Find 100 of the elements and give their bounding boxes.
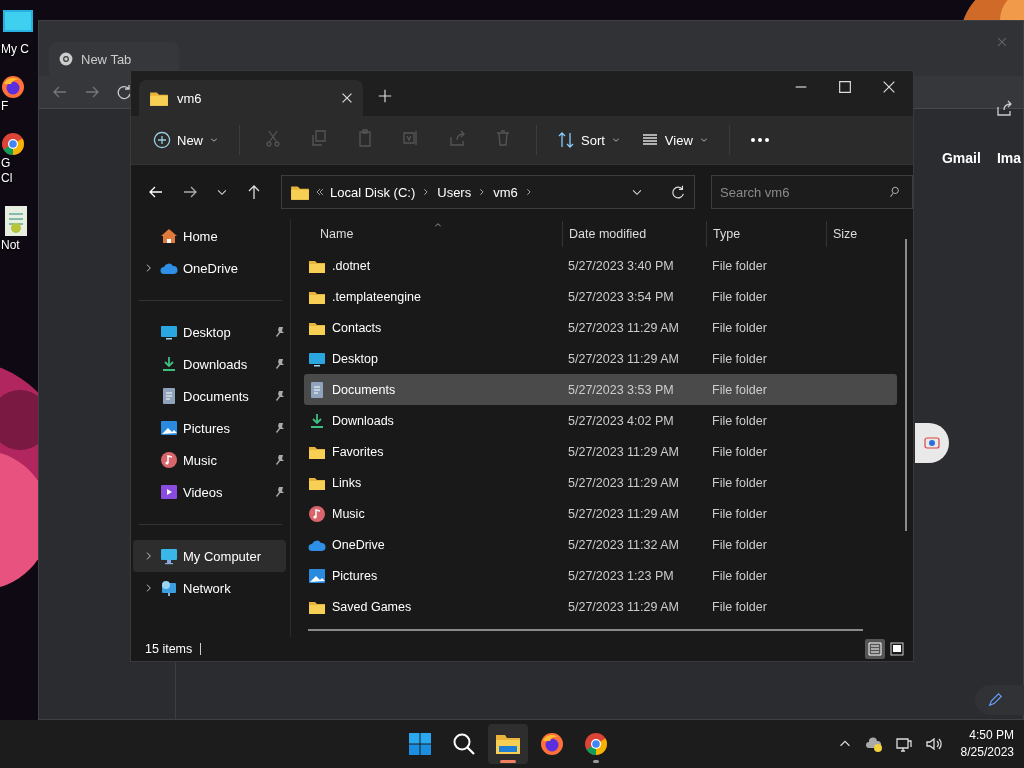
nav-item[interactable]: Documents	[133, 380, 286, 412]
type-cell-text: File folder	[711, 413, 768, 428]
file-row[interactable]: .templateengine 5/27/2023 3:54 PM File folder	[304, 281, 897, 312]
volume-icon[interactable]	[924, 735, 943, 753]
pin-icon	[274, 454, 286, 466]
desktop-icon-label: Cl	[1, 171, 13, 186]
chrome-icon	[1, 132, 25, 156]
refresh-icon[interactable]	[670, 184, 686, 200]
new-tab-icon[interactable]	[377, 88, 393, 104]
browser-tab[interactable]: New Tab	[49, 42, 179, 76]
nav-item[interactable]: Network	[133, 572, 286, 604]
file-row[interactable]: OneDrive 5/27/2023 11:32 AM File folder	[304, 529, 897, 560]
pin-icon	[274, 486, 286, 498]
date-cell-text: 5/27/2023 4:02 PM	[567, 413, 675, 428]
nav-item[interactable]: Videos	[133, 476, 286, 508]
file-row[interactable]: Favorites 5/27/2023 11:29 AM File folder	[304, 436, 897, 467]
downloads-icon	[160, 355, 178, 373]
date-cell-text: 5/27/2023 3:54 PM	[567, 289, 675, 304]
date-cell-text: 5/27/2023 11:29 AM	[567, 320, 680, 335]
date-cell-text: 5/27/2023 11:29 AM	[567, 506, 680, 521]
nav-label: Pictures	[183, 420, 231, 436]
type-cell-text: File folder	[711, 599, 768, 614]
lens-button[interactable]	[915, 423, 949, 463]
file-row[interactable]: Documents 5/27/2023 3:53 PM File folder	[304, 374, 897, 405]
address-bar[interactable]: Local Disk (C:) Users vm6	[281, 175, 695, 209]
more-options-icon[interactable]	[749, 137, 770, 143]
edit-button[interactable]	[975, 685, 1024, 715]
network-icon	[160, 579, 178, 597]
header-link[interactable]: Gmail	[941, 150, 981, 166]
breadcrumb[interactable]: Local Disk (C:)	[330, 184, 416, 200]
pencil-icon[interactable]	[987, 692, 1003, 708]
sort-arrows-icon[interactable]	[557, 131, 575, 149]
type-cell-text: File folder	[711, 320, 768, 335]
clock[interactable]: 4:50 PM 8/25/2023	[960, 727, 1014, 761]
file-row[interactable]: Downloads 5/27/2023 4:02 PM File folder	[304, 405, 897, 436]
file-row[interactable]: Saved Games 5/27/2023 11:29 AM File folder	[304, 591, 897, 622]
documents-icon	[308, 380, 326, 399]
nav-item[interactable]: Desktop	[133, 316, 286, 348]
file-name: OneDrive	[332, 537, 385, 552]
firefox-icon	[540, 732, 564, 756]
file-name: .templateengine	[332, 289, 421, 304]
nav-label: Home	[183, 228, 219, 244]
details-view-toggle[interactable]	[865, 639, 885, 659]
cloud-warning-icon[interactable]	[864, 735, 883, 753]
chrome-icon	[59, 52, 73, 66]
file-row[interactable]: Music 5/27/2023 11:29 AM File folder	[304, 498, 897, 529]
desktop-icon-label: F	[1, 99, 9, 114]
desktop-icon-label: Not	[1, 238, 20, 253]
nav-item[interactable]: Home	[133, 220, 286, 252]
nav-item[interactable]: Pictures	[133, 412, 286, 444]
search-field[interactable]: Search vm6	[711, 175, 913, 209]
date-cell-text: 5/27/2023 11:32 AM	[567, 537, 680, 552]
new-button[interactable]: New	[147, 127, 225, 153]
pin-icon	[274, 390, 286, 402]
downloads-icon	[308, 411, 326, 430]
nav-label: Videos	[183, 484, 224, 500]
file-row[interactable]: Links 5/27/2023 11:29 AM File folder	[304, 467, 897, 498]
breadcrumb[interactable]: Users	[437, 184, 472, 200]
type-cell-text: File folder	[711, 475, 768, 490]
reload-icon[interactable]	[115, 83, 133, 101]
type-cell-text: File folder	[711, 289, 768, 304]
column-header[interactable]: Name	[304, 221, 562, 247]
tiles-view-toggle[interactable]	[887, 639, 907, 659]
view-button[interactable]: View	[634, 127, 715, 153]
column-header[interactable]: Date modified	[562, 221, 706, 247]
taskbar-app[interactable]	[488, 724, 528, 764]
computer-icon	[160, 547, 178, 565]
sort-button[interactable]: Sort	[551, 127, 627, 153]
date-cell-text: 5/27/2023 11:29 AM	[567, 599, 680, 614]
nav-item[interactable]: OneDrive	[133, 252, 286, 284]
file-name: Downloads	[332, 413, 394, 428]
maximize-icon[interactable]	[837, 79, 853, 95]
file-name: Music	[332, 506, 365, 521]
file-name: Desktop	[332, 351, 378, 366]
search-icon	[452, 732, 476, 756]
explorer-tab[interactable]: vm6	[139, 80, 363, 116]
date-cell-text: 5/27/2023 3:40 PM	[567, 258, 675, 273]
close-icon[interactable]	[881, 79, 897, 95]
desktop-icon-label: My C	[1, 42, 29, 57]
column-header[interactable]: Type	[706, 221, 826, 247]
type-cell-text: File folder	[711, 382, 768, 397]
file-row[interactable]: Pictures 5/27/2023 1:23 PM File folder	[304, 560, 897, 591]
camera-icon	[924, 436, 940, 450]
tab-title: vm6	[177, 90, 203, 106]
nav-item[interactable]: Music	[133, 444, 286, 476]
file-row[interactable]: .dotnet 5/27/2023 3:40 PM File folder	[304, 250, 897, 281]
share-icon[interactable]	[995, 99, 1013, 117]
file-row[interactable]: Desktop 5/27/2023 11:29 AM File folder	[304, 343, 897, 374]
network-icon[interactable]	[894, 735, 913, 753]
breadcrumb[interactable]: vm6	[493, 184, 518, 200]
nav-item[interactable]: My Computer	[133, 540, 286, 572]
scrollbar[interactable]	[905, 239, 907, 531]
scrollbar[interactable]	[308, 629, 863, 631]
nav-label: My Computer	[183, 548, 263, 564]
nav-item[interactable]: Downloads	[133, 348, 286, 380]
nav-label: Downloads	[183, 356, 249, 372]
file-name: Saved Games	[332, 599, 412, 614]
header-link[interactable]: Ima	[996, 150, 1021, 166]
file-row[interactable]: Contacts 5/27/2023 11:29 AM File folder	[304, 312, 897, 343]
nav-label: Music	[183, 452, 218, 468]
